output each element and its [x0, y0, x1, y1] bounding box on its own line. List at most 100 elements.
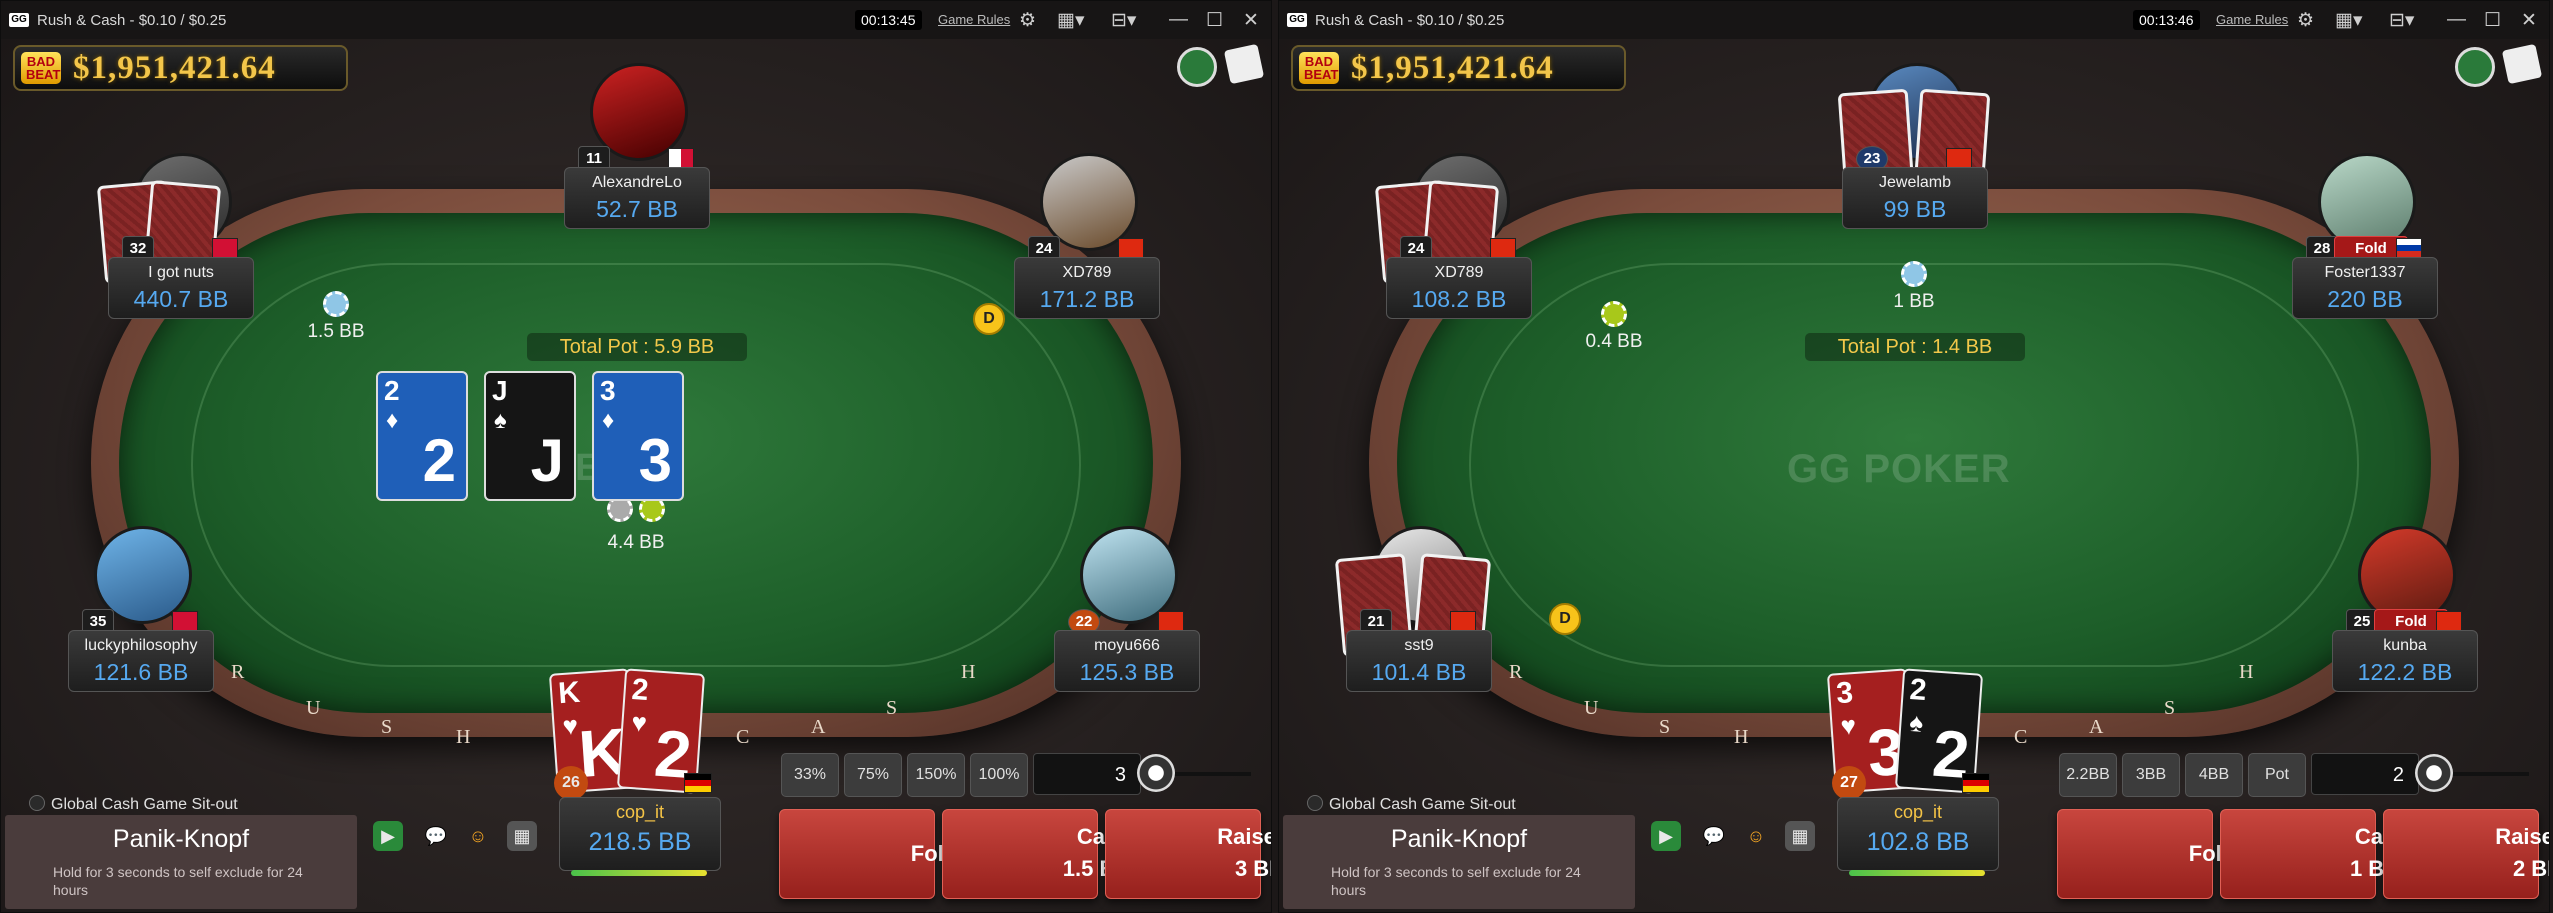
total-pot: Total Pot : 5.9 BB: [527, 333, 747, 361]
player-plate: XD789 171.2 BB: [1014, 257, 1160, 319]
size-preset-button[interactable]: 33%: [781, 753, 839, 797]
camera-icon[interactable]: ▶: [1651, 821, 1681, 851]
layout-grid-icon[interactable]: ▦▾: [1057, 9, 1085, 32]
flag-icon: [1158, 611, 1184, 631]
size-preset-button[interactable]: 150%: [907, 753, 965, 797]
call-button[interactable]: Call 1 BB: [2220, 809, 2400, 899]
call-button[interactable]: Call 1.5 BB: [942, 809, 1131, 899]
calculator-icon[interactable]: ▦: [1785, 821, 1815, 851]
panic-button[interactable]: Panik-Knopf Hold for 3 seconds to self e…: [1283, 815, 1635, 909]
card-rank: 2: [384, 375, 400, 406]
seat-lower-right[interactable]: 25 Fold kunba 122.2 BB: [2319, 526, 2489, 726]
emoji-icon[interactable]: ☺: [463, 821, 493, 851]
player-stack: 99 BB: [1883, 196, 1947, 222]
chip-icon: [1901, 261, 1927, 287]
bet-amount: 1.5 BB: [307, 321, 365, 342]
raise-button[interactable]: Raise to 3 BB: [1105, 809, 1271, 899]
bet-slider-knob[interactable]: [2415, 754, 2453, 792]
game-rules-link[interactable]: Game Rules: [938, 12, 1010, 27]
table-view-icon[interactable]: ⊟▾: [1111, 9, 1136, 32]
maximize-icon[interactable]: ☐: [1206, 9, 1223, 32]
bet-slider-track[interactable]: [1171, 772, 1251, 776]
seat-lower-right[interactable]: 22 moyu666 125.3 BB: [1041, 526, 1211, 726]
board-card: 3 ♦ 3: [592, 371, 684, 501]
close-icon[interactable]: ✕: [2521, 9, 2537, 32]
hero-name: cop_it: [1893, 802, 1943, 822]
board-card: 2 ♦ 2: [376, 371, 468, 501]
rail-letter: S: [1659, 716, 1671, 738]
player-plate: Jewelamb 99 BB: [1842, 167, 1988, 229]
size-preset-button[interactable]: 4BB: [2185, 753, 2243, 797]
card-icon[interactable]: [1223, 43, 1265, 85]
close-icon[interactable]: ✕: [1243, 9, 1259, 32]
maximize-icon[interactable]: ☐: [2484, 9, 2501, 32]
flag-icon: [684, 773, 712, 793]
table-view-icon[interactable]: ⊟▾: [2389, 9, 2414, 32]
card-rank-large: 3: [638, 427, 672, 494]
game-rules-link[interactable]: Game Rules: [2216, 12, 2288, 27]
card-icon[interactable]: [2501, 43, 2543, 85]
size-preset-button[interactable]: 100%: [970, 753, 1028, 797]
raise-amount: 3 BB: [1234, 856, 1271, 881]
minimize-icon[interactable]: —: [2447, 9, 2466, 31]
player-stack: 125.3 BB: [1079, 659, 1175, 685]
size-preset-button[interactable]: Pot: [2248, 753, 2306, 797]
raise-label: Raise to: [2495, 824, 2550, 849]
rail-letter: A: [811, 716, 826, 738]
cash-drop-icon[interactable]: [2455, 47, 2495, 87]
bet-amount: 1 BB: [1893, 291, 1935, 312]
player-name: Jewelamb: [1878, 174, 1952, 191]
seat-upper-left[interactable]: 32 I got nuts 440.7 BB: [95, 153, 265, 353]
chat-bubble-icon[interactable]: 💬: [421, 821, 451, 851]
fold-button[interactable]: Fold: [2057, 809, 2235, 899]
gear-icon[interactable]: ⚙: [1019, 9, 1036, 32]
calculator-icon[interactable]: ▦: [507, 821, 537, 851]
dealer-button: D: [973, 303, 1005, 335]
bet-size-input[interactable]: 2: [2311, 753, 2419, 795]
bad-beat-badge: BAD BEAT: [1299, 52, 1339, 84]
seat-upper-left[interactable]: 24 XD789 108.2 BB: [1373, 153, 1543, 353]
flag-icon: [172, 611, 198, 631]
avatar: [1080, 526, 1178, 624]
chat-bubble-icon[interactable]: 💬: [1699, 821, 1729, 851]
fold-button[interactable]: Fold: [779, 809, 957, 899]
cash-drop-icon[interactable]: [1177, 47, 1217, 87]
emoji-icon[interactable]: ☺: [1741, 821, 1771, 851]
camera-icon[interactable]: ▶: [373, 821, 403, 851]
sitout-label: Global Cash Game Sit-out: [1329, 796, 1516, 813]
bet-slider-track[interactable]: [2449, 772, 2529, 776]
seat-upper-right[interactable]: 24 XD789 171.2 BB: [1001, 153, 1171, 353]
card-rank: 3: [1835, 676, 1855, 711]
rail-letter: H: [456, 726, 471, 748]
jackpot-amount: $1,951,421.64: [1351, 49, 1554, 86]
bet-upper-left: 1.5 BB: [291, 291, 381, 343]
dealer-button: D: [1549, 603, 1581, 635]
layout-grid-icon[interactable]: ▦▾: [2335, 9, 2363, 32]
gear-icon[interactable]: ⚙: [2297, 9, 2314, 32]
flag-icon: [668, 148, 694, 168]
size-preset-button[interactable]: 2.2BB: [2059, 753, 2117, 797]
seat-top[interactable]: 23 Jewelamb 99 BB: [1829, 63, 1999, 263]
rail-letter: U: [306, 697, 321, 719]
flag-icon: [1118, 238, 1144, 258]
panic-title: Panik-Knopf: [1390, 825, 1528, 853]
sitout-toggle[interactable]: Global Cash Game Sit-out: [1307, 795, 1516, 814]
player-name: XD789: [1434, 264, 1484, 281]
card-suit: ♥: [630, 706, 649, 738]
size-preset-button[interactable]: 75%: [844, 753, 902, 797]
bet-size-input[interactable]: 3: [1033, 753, 1141, 795]
hero-stack: 218.5 BB: [588, 828, 692, 856]
seat-upper-right[interactable]: 28 Fold Foster1337 220 BB: [2279, 153, 2449, 353]
panic-button[interactable]: Panik-Knopf Hold for 3 seconds to self e…: [5, 815, 357, 909]
window-title: Rush & Cash - $0.10 / $0.25: [37, 11, 227, 29]
rail-letter: S: [2164, 697, 2176, 719]
size-preset-button[interactable]: 3BB: [2122, 753, 2180, 797]
sitout-toggle[interactable]: Global Cash Game Sit-out: [29, 795, 238, 814]
minimize-icon[interactable]: —: [1169, 9, 1188, 31]
seat-lower-left[interactable]: 21 sst9 101.4 BB: [1333, 526, 1503, 726]
bet-slider-knob[interactable]: [1137, 754, 1175, 792]
raise-button[interactable]: Raise to 2 BB: [2383, 809, 2549, 899]
radio-icon: [29, 795, 45, 811]
seat-top[interactable]: 11 AlexandreLo 52.7 BB: [551, 63, 721, 263]
seat-lower-left[interactable]: 35 luckyphilosophy 121.6 BB: [55, 526, 225, 726]
